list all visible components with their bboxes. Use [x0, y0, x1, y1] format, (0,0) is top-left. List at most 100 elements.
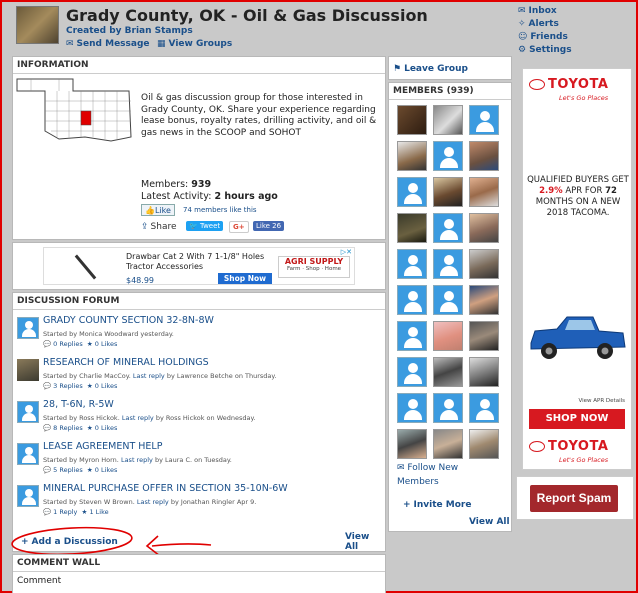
toyota-headline: QUALIFIED BUYERS GET 2.9% APR FOR 72 MON… [527, 175, 629, 218]
invite-more-link[interactable]: + Invite More [403, 498, 471, 511]
forum-thread[interactable]: RESEARCH OF MINERAL HOLDINGS Started by … [17, 357, 381, 397]
envelope-icon: ✉ [397, 463, 405, 473]
alerts-link[interactable]: ✧ Alerts [518, 17, 628, 30]
comment-icon: 💬 [43, 382, 52, 390]
ad-shop-now-button[interactable]: Shop Now [218, 273, 272, 284]
tweet-button[interactable]: 🐦 Tweet [186, 221, 224, 231]
facebook-like-button[interactable]: Like 26 [253, 221, 285, 231]
user-avatar[interactable] [17, 401, 39, 423]
member-avatar[interactable] [433, 213, 463, 243]
forum-thread[interactable]: LEASE AGREEMENT HELP Started by Myron Ho… [17, 441, 381, 481]
member-avatar[interactable] [433, 429, 463, 459]
member-avatar[interactable] [469, 249, 499, 279]
leave-group-link[interactable]: ⚑ Leave Group [393, 62, 468, 75]
user-avatar[interactable] [17, 317, 39, 339]
thread-meta: Started by Monica Woodward yesterday. [43, 330, 174, 338]
member-avatar[interactable] [433, 141, 463, 171]
member-avatar[interactable] [397, 249, 427, 279]
leave-icon: ⚑ [393, 63, 402, 74]
thread-stats: 💬 5 Replies ★ 0 Likes [43, 466, 118, 474]
top-nav: ✉ Inbox ✧ Alerts ☺ Friends ⚙ Settings [518, 4, 628, 56]
comment-icon: 💬 [43, 340, 52, 348]
send-message-link[interactable]: ✉ Send Message [66, 37, 150, 50]
forum-thread[interactable]: MINERAL PURCHASE OFFER IN SECTION 35-10N… [17, 483, 381, 523]
member-avatar[interactable] [469, 357, 499, 387]
friends-link[interactable]: ☺ Friends [518, 30, 628, 43]
user-avatar[interactable] [17, 443, 39, 465]
ad-banner-panel: Drawbar Cat 2 With 7 1-1/8" Holes Tracto… [12, 242, 386, 290]
groups-icon: ▦ [157, 38, 166, 49]
toyota-disclaimer[interactable]: View APR Details [578, 398, 625, 404]
member-avatar[interactable] [433, 393, 463, 423]
comment-icon: 💬 [43, 424, 52, 432]
friends-icon: ☺ [518, 31, 528, 42]
ad-choices-icon[interactable]: ▷✕ [341, 248, 352, 256]
gear-icon: ⚙ [518, 44, 527, 55]
thread-title[interactable]: MINERAL PURCHASE OFFER IN SECTION 35-10N… [43, 483, 288, 494]
member-avatar[interactable] [433, 177, 463, 207]
member-avatar[interactable] [397, 177, 427, 207]
member-avatar[interactable] [397, 357, 427, 387]
forum-thread[interactable]: GRADY COUNTY SECTION 32-8N-8W Started by… [17, 315, 381, 355]
group-avatar [16, 6, 59, 44]
ad-banner[interactable]: Drawbar Cat 2 With 7 1-1/8" Holes Tracto… [43, 247, 355, 285]
toyota-logo-bottom: TOYOTA [529, 439, 608, 454]
view-groups-link[interactable]: ▦ View Groups [157, 37, 232, 50]
thread-title[interactable]: RESEARCH OF MINERAL HOLDINGS [43, 357, 209, 368]
members-panel: MEMBERS (939) ✉ Follow New Members + Inv… [388, 82, 512, 532]
member-avatar[interactable] [433, 357, 463, 387]
thread-meta: Started by Myron Horn. Last reply by Lau… [43, 456, 232, 464]
member-avatar[interactable] [397, 393, 427, 423]
ad-product: Drawbar Cat 2 With 7 1-1/8" Holes Tracto… [126, 252, 265, 271]
group-description: Oil & gas discussion group for those int… [141, 93, 377, 138]
member-avatar[interactable] [469, 393, 499, 423]
page-title: Grady County, OK - Oil & Gas Discussion [66, 6, 428, 25]
share-link[interactable]: ⇪ Share [141, 222, 177, 232]
envelope-icon: ✉ [518, 5, 526, 16]
settings-link[interactable]: ⚙ Settings [518, 43, 628, 56]
thread-meta: Started by Charlie MacCoy. Last reply by… [43, 372, 277, 380]
user-avatar[interactable] [17, 359, 39, 381]
thread-title[interactable]: LEASE AGREEMENT HELP [43, 441, 162, 452]
agri-supply-logo: AGRI SUPPLY Farm · Shop · Home [278, 256, 350, 278]
plus-icon: + [403, 499, 411, 510]
thread-meta: Started by Ross Hickok. Last reply by Ro… [43, 414, 256, 422]
member-avatar[interactable] [469, 213, 499, 243]
follow-new-members-link[interactable]: ✉ Follow New Members [397, 461, 477, 489]
like-count[interactable]: 74 members like this [183, 206, 257, 214]
forum-view-all-link[interactable]: View All [345, 532, 385, 552]
member-avatar[interactable] [469, 141, 499, 171]
toyota-shop-now-button[interactable]: SHOP NOW [529, 409, 625, 429]
user-avatar[interactable] [17, 485, 39, 507]
member-avatar[interactable] [397, 321, 427, 351]
thread-title[interactable]: GRADY COUNTY SECTION 32-8N-8W [43, 315, 214, 326]
member-avatar[interactable] [469, 177, 499, 207]
forum-thread[interactable]: 28, T-6N, R-5W Started by Ross Hickok. L… [17, 399, 381, 439]
member-avatar[interactable] [469, 285, 499, 315]
gplus-button[interactable]: G+ [229, 221, 249, 233]
member-avatar[interactable] [397, 213, 427, 243]
member-avatar[interactable] [397, 285, 427, 315]
report-spam-button[interactable]: Report Spam [530, 485, 618, 512]
member-avatar[interactable] [397, 141, 427, 171]
star-icon: ★ [86, 466, 93, 474]
oklahoma-map [16, 78, 132, 142]
toyota-tagline: Let's Go Places [559, 94, 609, 102]
member-avatar[interactable] [469, 429, 499, 459]
member-avatar[interactable] [433, 321, 463, 351]
toyota-ad[interactable]: TOYOTA Let's Go Places QUALIFIED BUYERS … [522, 68, 632, 470]
created-by: Created by Brian Stamps [66, 26, 193, 36]
member-avatar[interactable] [397, 105, 427, 135]
toyota-logo: TOYOTA [529, 77, 608, 92]
members-view-all-link[interactable]: View All [469, 515, 510, 528]
thread-title[interactable]: 28, T-6N, R-5W [43, 399, 114, 410]
member-avatar[interactable] [469, 321, 499, 351]
member-avatar[interactable] [433, 249, 463, 279]
member-avatar[interactable] [433, 285, 463, 315]
tacoma-truck-image [530, 316, 626, 359]
member-avatar[interactable] [469, 105, 499, 135]
member-avatar[interactable] [397, 429, 427, 459]
inbox-link[interactable]: ✉ Inbox [518, 4, 628, 17]
like-button[interactable]: 👍Like [141, 204, 175, 216]
member-avatar[interactable] [433, 105, 463, 135]
